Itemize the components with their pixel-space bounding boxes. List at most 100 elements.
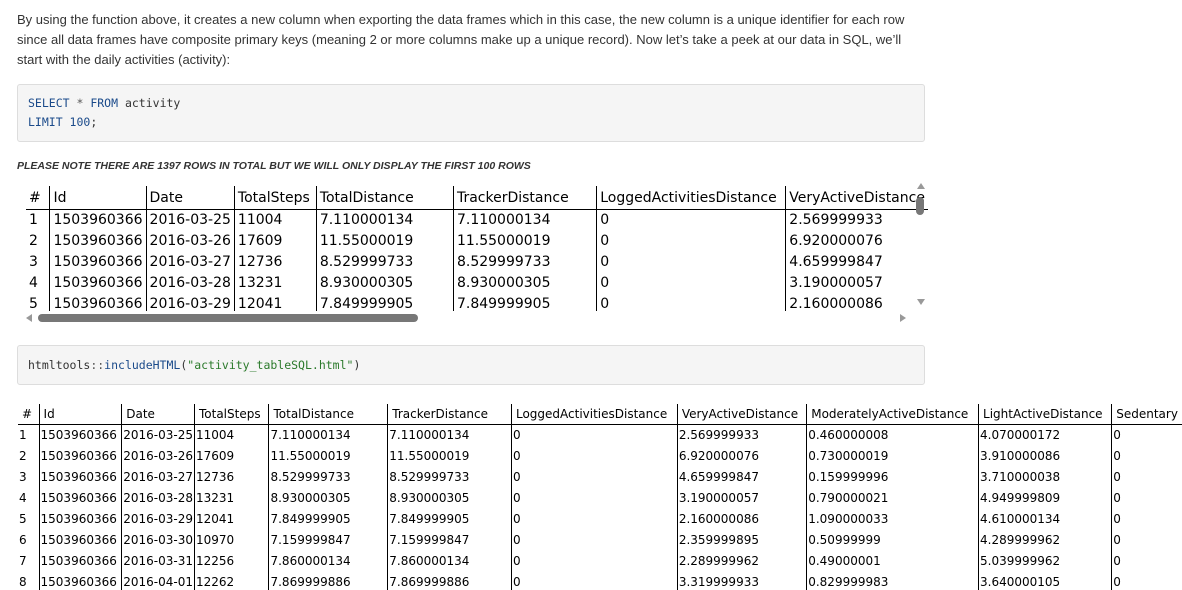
activity-column-header: Sedentary xyxy=(1111,404,1182,425)
sql-table-cell: 1503960366 xyxy=(49,273,147,294)
sql-punctuation: ; xyxy=(90,115,98,129)
activity-table-cell: 11.55000019 xyxy=(268,446,388,467)
activity-table-cell: 10970 xyxy=(193,530,269,551)
scroll-left-arrow-icon[interactable] xyxy=(26,314,32,322)
activity-table-cell: 1503960366 xyxy=(38,446,122,467)
activity-table-cell: 7.849999905 xyxy=(387,509,512,530)
activity-table-cell: 2.289999962 xyxy=(676,551,807,572)
activity-table-row: 4 1503960366 2016-03-28 13231 8.930000305 8.9… xyxy=(18,488,1182,509)
horizontal-scrollbar[interactable] xyxy=(26,312,906,324)
activity-table-cell: 0 xyxy=(510,488,678,509)
sql-table-cell: 1503960366 xyxy=(49,252,147,273)
activity-table-cell: 7.869999886 xyxy=(387,572,512,590)
activity-table-cell: 1.090000033 xyxy=(806,509,979,530)
activity-table-cell: 2016-03-26 xyxy=(121,446,195,467)
activity-table-cell: 0.159999996 xyxy=(806,467,979,488)
sql-table-cell: 17609 xyxy=(233,231,317,252)
activity-table-cell: 2016-03-27 xyxy=(121,467,195,488)
scroll-right-arrow-icon[interactable] xyxy=(900,314,906,322)
sql-table-cell: 1 xyxy=(29,212,38,228)
scroll-up-arrow-icon[interactable] xyxy=(917,183,925,189)
activity-column-header: VeryActiveDistance xyxy=(676,404,807,425)
activity-table-cell: 7.110000134 xyxy=(387,424,512,446)
sql-table-cell: 12041 xyxy=(233,294,317,311)
activity-table-cell: 7.849999905 xyxy=(268,509,388,530)
activity-table-cell: 0.829999983 xyxy=(806,572,979,590)
sql-keyword: SELECT xyxy=(28,96,70,110)
sql-table-row: 5 1503960366 2016-03-29 12041 7.849999905 7.8… xyxy=(26,294,928,311)
sql-table-cell: 2016-03-28 xyxy=(145,273,235,294)
sql-table-cell: 11.55000019 xyxy=(315,231,454,252)
sql-table-cell: 11004 xyxy=(233,209,317,231)
vertical-scrollbar[interactable] xyxy=(914,183,928,305)
r-code-block[interactable]: htmltools::includeHTML("activity_tableSQ… xyxy=(17,345,925,385)
activity-column-header: TotalDistance xyxy=(268,404,388,425)
activity-table-cell: 0 xyxy=(1111,551,1182,572)
activity-table-cell: 0 xyxy=(1111,488,1182,509)
sql-result-table-viewport[interactable]: # Id Date TotalSteps TotalDistance TrackerDis… xyxy=(26,186,928,311)
activity-table-cell: 8.529999733 xyxy=(268,467,388,488)
scroll-down-arrow-icon[interactable] xyxy=(917,299,925,305)
activity-table-cell: 12262 xyxy=(193,572,269,590)
sql-table-cell: 1503960366 xyxy=(49,231,147,252)
sql-table-cell: 7.110000134 xyxy=(452,209,597,231)
sql-table-cell: 2.569999933 xyxy=(785,209,928,231)
sql-table-cell: 0 xyxy=(596,231,786,252)
sql-table-cell: 0 xyxy=(596,273,786,294)
sql-table-cell: 0 xyxy=(596,209,786,231)
activity-html-table-viewport[interactable]: # Id Date TotalSteps TotalDistance TrackerDis… xyxy=(18,404,1182,590)
activity-table-cell: 0.730000019 xyxy=(806,446,979,467)
activity-table-cell: 0 xyxy=(510,424,678,446)
sql-table-cell: 0 xyxy=(596,252,786,273)
sql-table-row: 1 1503960366 2016-03-25 11004 7.110000134 7.1… xyxy=(26,209,928,231)
activity-table-cell: 0.50999999 xyxy=(806,530,979,551)
r-package: htmltools xyxy=(28,358,91,372)
sql-table-cell: 3 xyxy=(29,254,38,270)
sql-result-table: # Id Date TotalSteps TotalDistance TrackerDis… xyxy=(26,186,928,311)
activity-table-cell: 2.160000086 xyxy=(676,509,807,530)
sql-column-header: # xyxy=(26,186,50,210)
sql-column-header: TotalDistance xyxy=(315,186,454,210)
activity-column-header: TrackerDistance xyxy=(387,404,512,425)
activity-html-table: # Id Date TotalSteps TotalDistance TrackerDis… xyxy=(18,404,1182,590)
sql-column-header: TotalSteps xyxy=(233,186,317,210)
sql-table-cell: 8.930000305 xyxy=(315,273,454,294)
activity-table-cell: 7.159999847 xyxy=(268,530,388,551)
activity-table-cell: 8.930000305 xyxy=(387,488,512,509)
activity-table-cell: 7.159999847 xyxy=(387,530,512,551)
activity-table-cell: 3.190000057 xyxy=(676,488,807,509)
activity-table-cell: 11004 xyxy=(193,424,269,446)
sql-table-cell: 13231 xyxy=(233,273,317,294)
sql-table-row: 3 1503960366 2016-03-27 12736 8.529999733 8.5… xyxy=(26,252,928,273)
sql-table-cell: 2016-03-26 xyxy=(145,231,235,252)
activity-table-cell: 3 xyxy=(19,470,27,484)
horizontal-scroll-thumb[interactable] xyxy=(38,314,418,322)
activity-table-cell: 1503960366 xyxy=(38,488,122,509)
activity-table-cell: 4.659999847 xyxy=(676,467,807,488)
activity-table-row: 2 1503960366 2016-03-26 17609 11.55000019 11.… xyxy=(18,446,1182,467)
activity-table-cell: 2016-03-28 xyxy=(121,488,195,509)
activity-table-cell: 17609 xyxy=(193,446,269,467)
activity-table-cell: 0 xyxy=(510,530,678,551)
row-count-note: PLEASE NOTE THERE ARE 1397 ROWS IN TOTAL… xyxy=(17,160,531,172)
activity-column-header: TotalSteps xyxy=(193,404,269,425)
activity-table-cell: 1503960366 xyxy=(38,467,122,488)
activity-table-cell: 8 xyxy=(19,575,27,589)
sql-table-cell: 2 xyxy=(29,233,38,249)
activity-column-header: LoggedActivitiesDistance xyxy=(510,404,678,425)
sql-table-cell: 2.160000086 xyxy=(785,294,928,311)
activity-table-cell: 1503960366 xyxy=(38,509,122,530)
activity-table-cell: 5 xyxy=(19,512,27,526)
activity-table-cell: 7.860000134 xyxy=(268,551,388,572)
activity-table-row: 1 1503960366 2016-03-25 11004 7.110000134 7.1… xyxy=(18,424,1182,446)
sql-identifier: activity xyxy=(118,96,181,110)
sql-column-header: Id xyxy=(49,186,147,210)
activity-table-cell: 7 xyxy=(19,554,27,568)
sql-code-block[interactable]: SELECT * FROM activity LIMIT 100; xyxy=(17,84,925,142)
activity-table-cell: 0 xyxy=(510,446,678,467)
vertical-scroll-thumb[interactable] xyxy=(916,197,924,215)
activity-table-cell: 4.949999809 xyxy=(978,488,1112,509)
activity-table-cell: 2.569999933 xyxy=(676,424,807,446)
activity-table-cell: 8.529999733 xyxy=(387,467,512,488)
activity-table-row: 7 1503960366 2016-03-31 12256 7.860000134 7.8… xyxy=(18,551,1182,572)
